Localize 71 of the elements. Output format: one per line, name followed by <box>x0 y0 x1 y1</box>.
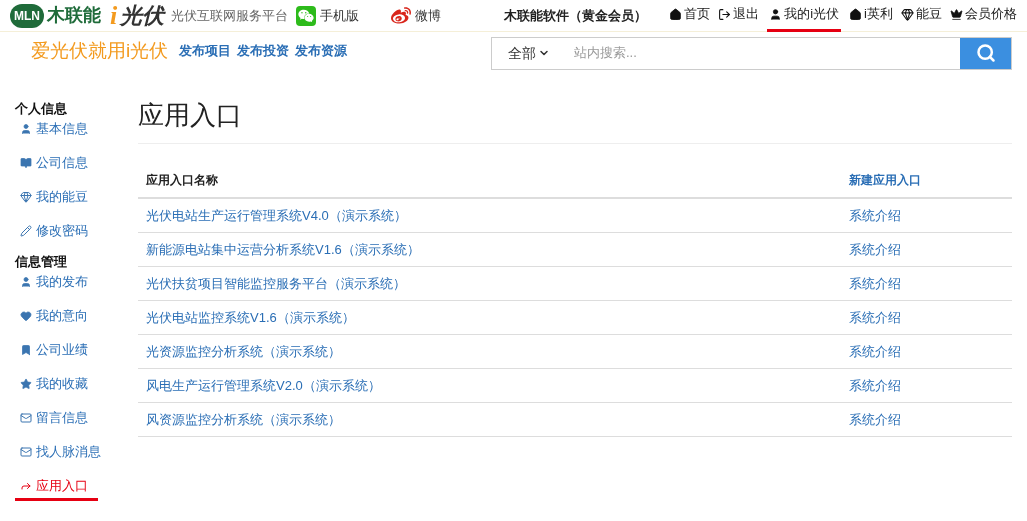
pencil-icon <box>20 225 32 237</box>
column-header: 应用入口名称 <box>146 172 219 189</box>
star-icon <box>20 378 32 390</box>
user-icon <box>20 276 32 288</box>
app-link[interactable]: 光资源监控分析系统（演示系统） <box>146 341 849 362</box>
sidebar-item[interactable]: 我的收藏 <box>15 372 98 399</box>
book-icon <box>20 157 32 169</box>
sidebar-item[interactable]: 修改密码 <box>15 219 98 246</box>
intro-link[interactable]: 系统介绍 <box>849 375 1004 396</box>
intro-link[interactable]: 系统介绍 <box>849 409 1004 430</box>
sidebar-heading: 个人信息 <box>15 100 68 117</box>
brand-logo: 光伏 <box>120 2 165 30</box>
app-link[interactable]: 风电生产运行管理系统V2.0（演示系统） <box>146 375 849 396</box>
nav-link[interactable]: i英利 <box>849 0 893 32</box>
search-icon <box>975 43 996 63</box>
search-button[interactable] <box>960 37 1011 69</box>
logo-name: 木联能 <box>47 4 101 27</box>
app-link[interactable]: 风资源监控分析系统（演示系统） <box>146 409 849 430</box>
intro-link[interactable]: 系统介绍 <box>849 239 1004 260</box>
sidebar-item[interactable]: 应用入口 <box>15 474 98 501</box>
nav-link[interactable]: 能豆 <box>901 0 942 32</box>
scope-dropdown[interactable]: 全部 <box>492 37 566 69</box>
bookmark-icon <box>20 344 32 356</box>
mobile-link[interactable]: 手机版 <box>296 5 360 26</box>
user-icon <box>769 7 783 21</box>
chat-bubbles-icon <box>296 5 317 26</box>
logo-mark: MLN <box>10 3 44 28</box>
diamond-icon <box>20 191 32 203</box>
diamond-icon <box>901 7 914 21</box>
brand-logo-i: i <box>110 2 118 29</box>
sidebar-item[interactable]: 我的发布 <box>15 270 98 297</box>
new-entry-link[interactable]: 新建应用入口 <box>849 171 1004 189</box>
user-icon <box>20 123 32 135</box>
eye-logo-icon <box>391 5 412 26</box>
nav-link[interactable]: 会员价格 <box>950 0 1017 32</box>
page-title: 应用入口 <box>138 96 1012 144</box>
publish-link[interactable]: 发布项目 <box>179 41 232 61</box>
intro-link[interactable]: 系统介绍 <box>849 341 1004 362</box>
publish-link[interactable]: 发布资源 <box>295 41 348 61</box>
intro-link[interactable]: 系统介绍 <box>849 205 1004 226</box>
slogan: 爱光伏就用i光伏 <box>31 38 169 63</box>
sidebar-item[interactable]: 我的能豆 <box>15 185 98 212</box>
mail-icon <box>20 412 32 424</box>
app-link[interactable]: 光伏电站监控系统V1.6（演示系统） <box>146 307 849 328</box>
intro-link[interactable]: 系统介绍 <box>849 273 1004 294</box>
nav-link[interactable]: 我的i光伏 <box>767 0 842 32</box>
crown-icon <box>950 7 963 21</box>
home-icon <box>669 7 683 21</box>
nav-link[interactable]: 退出 <box>718 0 760 32</box>
sidebar-item[interactable]: 我的意向 <box>15 304 98 331</box>
nav-link[interactable]: 首页 <box>669 0 711 32</box>
logout-icon <box>718 7 732 21</box>
publish-link[interactable]: 发布投资 <box>237 41 290 61</box>
mail-icon <box>20 446 32 458</box>
sidebar-item[interactable]: 公司信息 <box>15 151 98 178</box>
sidebar-heading: 信息管理 <box>15 253 68 270</box>
heart-icon <box>20 310 32 322</box>
sidebar-item[interactable]: 留言信息 <box>15 406 98 433</box>
sidebar-item[interactable]: 找人脉消息 <box>15 440 111 467</box>
search-field[interactable]: 全部 站内搜索... <box>491 36 1012 70</box>
tagline: 光伏互联网服务平台 <box>171 6 289 25</box>
share-arrow-icon <box>20 480 32 492</box>
app-link[interactable]: 光伏扶贫项目智能监控服务平台（演示系统） <box>146 273 849 294</box>
intro-link[interactable]: 系统介绍 <box>849 307 1004 328</box>
app-link[interactable]: 新能源电站集中运营分析系统V1.6（演示系统） <box>146 239 849 260</box>
app-link[interactable]: 光伏电站生产运行管理系统V4.0（演示系统） <box>146 205 849 226</box>
home-icon <box>849 7 863 21</box>
weibo-link[interactable]: 微博 <box>391 5 442 26</box>
sidebar-item[interactable]: 公司业绩 <box>15 338 98 365</box>
account-name: 木联能软件（黄金会员） <box>504 6 648 25</box>
sidebar-item[interactable]: 基本信息 <box>15 117 98 144</box>
